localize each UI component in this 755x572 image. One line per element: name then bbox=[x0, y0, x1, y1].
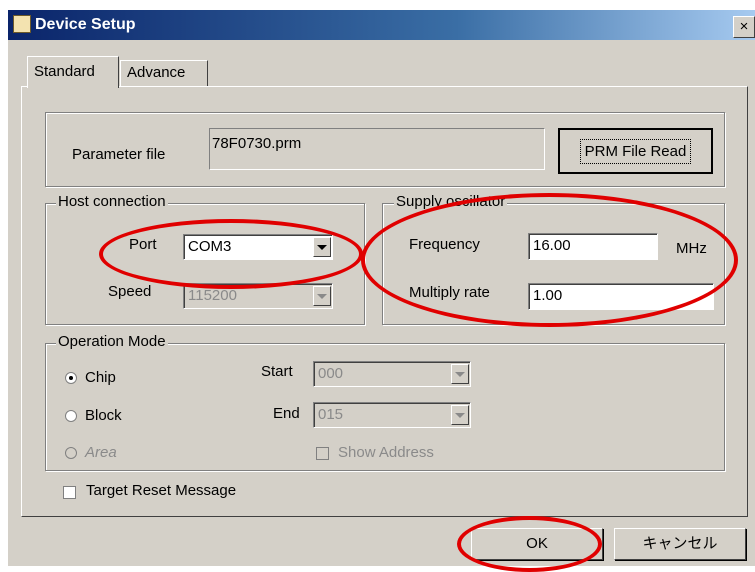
end-dropdown-button bbox=[451, 405, 469, 425]
target-reset-checkbox[interactable] bbox=[63, 486, 76, 499]
frequency-unit: MHz bbox=[676, 240, 707, 257]
frequency-value: 16.00 bbox=[533, 237, 571, 254]
parameter-file-value: 78F0730.prm bbox=[212, 135, 302, 152]
chevron-down-icon bbox=[317, 244, 327, 250]
port-select[interactable]: COM3 bbox=[183, 234, 333, 260]
app-icon bbox=[13, 15, 31, 33]
window-title: Device Setup bbox=[35, 16, 136, 33]
radio-block-label: Block bbox=[85, 407, 122, 424]
multiply-rate-label: Multiply rate bbox=[409, 284, 490, 301]
end-label: End bbox=[273, 405, 300, 422]
parameter-file-label: Parameter file bbox=[72, 146, 166, 163]
tab-advance-label: Advance bbox=[127, 64, 186, 81]
speed-dropdown-button bbox=[313, 286, 331, 306]
show-address-checkbox bbox=[316, 447, 329, 460]
chevron-down-icon bbox=[455, 371, 465, 377]
ok-button[interactable]: OK bbox=[471, 528, 603, 560]
port-label: Port bbox=[129, 236, 157, 253]
start-dropdown-button bbox=[451, 364, 469, 384]
radio-chip[interactable] bbox=[65, 372, 77, 384]
prm-file-read-label: PRM File Read bbox=[579, 139, 692, 164]
frequency-label: Frequency bbox=[409, 236, 480, 253]
parameter-file-field: 78F0730.prm bbox=[209, 128, 545, 170]
radio-chip-label: Chip bbox=[85, 369, 116, 386]
port-dropdown-button[interactable] bbox=[313, 237, 331, 257]
end-value: 015 bbox=[318, 406, 344, 423]
end-select: 015 bbox=[313, 402, 471, 428]
chevron-down-icon bbox=[455, 412, 465, 418]
start-value: 000 bbox=[318, 365, 344, 382]
radio-area bbox=[65, 447, 77, 459]
speed-label: Speed bbox=[108, 283, 152, 300]
prm-file-read-button[interactable]: PRM File Read bbox=[558, 128, 713, 174]
radio-block[interactable] bbox=[65, 410, 77, 422]
multiply-rate-value: 1.00 bbox=[533, 287, 563, 304]
show-address-label: Show Address bbox=[338, 444, 434, 461]
port-value: COM3 bbox=[188, 238, 232, 255]
multiply-rate-input[interactable]: 1.00 bbox=[528, 283, 714, 310]
host-connection-title: Host connection bbox=[56, 193, 168, 210]
operation-mode-title: Operation Mode bbox=[56, 333, 168, 350]
frequency-input[interactable]: 16.00 bbox=[528, 233, 658, 260]
close-button[interactable]: × bbox=[733, 16, 755, 38]
speed-value: 115200 bbox=[188, 287, 237, 304]
radio-area-label: Area bbox=[85, 444, 117, 461]
cancel-button[interactable]: キャンセル bbox=[614, 528, 746, 560]
speed-select: 115200 bbox=[183, 283, 333, 309]
tab-standard-label: Standard bbox=[34, 63, 95, 80]
start-select: 000 bbox=[313, 361, 471, 387]
supply-oscillator-title: Supply oscillator bbox=[394, 193, 508, 210]
start-label: Start bbox=[261, 363, 293, 380]
chevron-down-icon bbox=[317, 293, 327, 299]
target-reset-label: Target Reset Message bbox=[86, 482, 237, 499]
tab-advance[interactable]: Advance bbox=[120, 60, 208, 86]
tab-standard[interactable]: Standard bbox=[27, 56, 119, 88]
